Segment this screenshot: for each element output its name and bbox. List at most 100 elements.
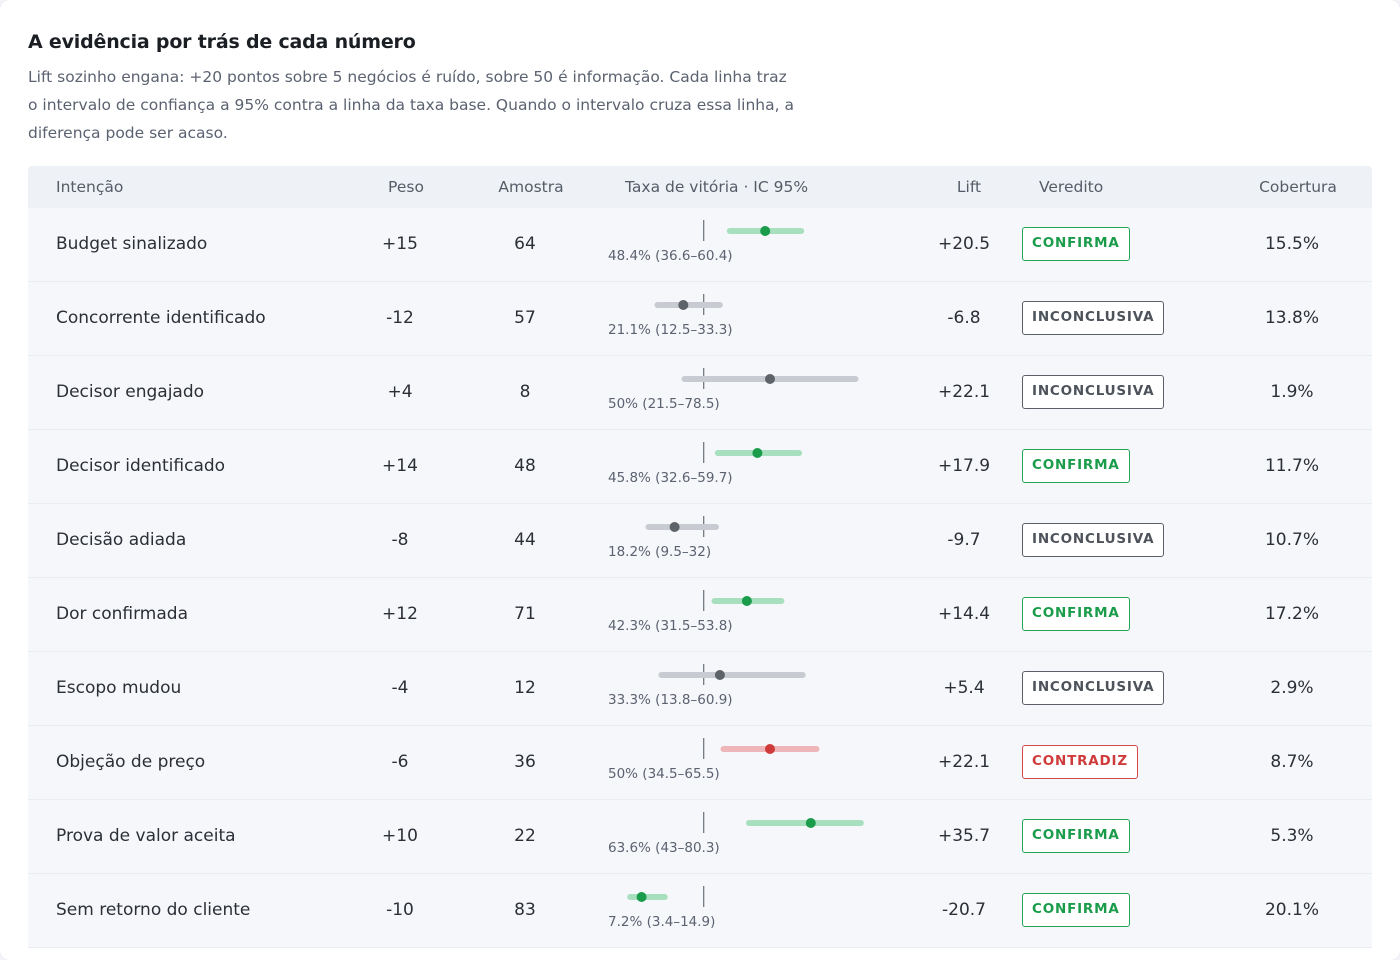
win-rate-point: [752, 448, 763, 458]
section-description: Lift sozinho engana: +20 pontos sobre 5 …: [28, 68, 794, 142]
intent-name: Sem retorno do cliente: [56, 900, 251, 920]
win-rate-point: [760, 226, 771, 236]
ci-chart: [681, 368, 859, 389]
lift-value: +14.4: [937, 604, 991, 624]
win-rate-label: 50% (34.5–65.5): [608, 766, 720, 782]
ci-chart: [654, 294, 723, 315]
win-rate-point: [805, 818, 816, 828]
weight-value: -6: [391, 752, 409, 772]
evidence-table: Intenção Peso Amostra Taxa de vitória · …: [28, 166, 1372, 948]
win-rate-label: 21.1% (12.5–33.3): [608, 322, 733, 338]
coverage-value: 11.7%: [1264, 456, 1320, 476]
intent-name: Dor confirmada: [56, 604, 188, 624]
header-intent[interactable]: Intenção: [56, 178, 123, 196]
intent-name: Decisão adiada: [56, 530, 187, 550]
verdict-badge: INCONCLUSIVA: [1022, 375, 1165, 409]
confidence-interval-plot: 7.2% (3.4–14.9): [608, 874, 938, 947]
weight-value: -8: [391, 530, 409, 550]
win-rate-label: 7.2% (3.4–14.9): [608, 914, 716, 930]
coverage-value: 5.3%: [1270, 826, 1314, 846]
confidence-interval-plot: 63.6% (43–80.3): [608, 800, 938, 873]
coverage-value: 1.9%: [1270, 382, 1314, 402]
lift-value: -20.7: [942, 900, 986, 920]
weight-value: +14: [382, 456, 418, 476]
table-body: Budget sinalizado +15 64 48.4% (36.6–60.4) +…: [28, 208, 1372, 948]
header-sample[interactable]: Amostra: [498, 178, 563, 196]
coverage-value: 13.8%: [1264, 308, 1320, 328]
sample-value: 57: [514, 308, 536, 328]
sample-value: 48: [514, 456, 536, 476]
header-lift[interactable]: Lift: [957, 178, 981, 196]
intent-name: Decisor engajado: [56, 382, 205, 402]
confidence-interval-plot: 45.8% (32.6–59.7): [608, 430, 938, 503]
win-rate-point: [765, 744, 775, 754]
sample-value: 44: [514, 530, 536, 550]
verdict-badge: CONFIRMA: [1022, 227, 1130, 261]
table-row[interactable]: Prova de valor aceita +10 22 63.6% (43–80.3…: [28, 800, 1372, 874]
weight-value: -4: [391, 678, 409, 698]
header-verdict[interactable]: Veredito: [1039, 178, 1103, 196]
verdict-badge: CONFIRMA: [1022, 597, 1130, 631]
verdict-badge: INCONCLUSIVA: [1022, 523, 1165, 557]
header-coverage[interactable]: Cobertura: [1259, 178, 1337, 196]
ci-chart: [645, 516, 719, 537]
verdict-badge: CONFIRMA: [1022, 893, 1130, 927]
table-row[interactable]: Dor confirmada +12 71 42.3% (31.5–53.8) +14.…: [28, 578, 1372, 652]
weight-value: +4: [387, 382, 413, 402]
ci-chart: [627, 886, 705, 907]
coverage-value: 10.7%: [1264, 530, 1320, 550]
win-rate-label: 33.3% (13.8–60.9): [608, 692, 733, 708]
lift-value: +22.1: [937, 382, 991, 402]
win-rate-label: 18.2% (9.5–32): [608, 544, 712, 560]
confidence-interval-plot: 18.2% (9.5–32): [608, 504, 938, 577]
table-row[interactable]: Sem retorno do cliente -10 83 7.2% (3.4–14.…: [28, 874, 1372, 948]
coverage-value: 17.2%: [1264, 604, 1320, 624]
table-row[interactable]: Objeção de preço -6 36 50% (34.5–65.5) +22.1…: [28, 726, 1372, 800]
confidence-interval-plot: 21.1% (12.5–33.3): [608, 282, 938, 355]
win-rate-label: 45.8% (32.6–59.7): [608, 470, 733, 486]
intent-name: Objeção de preço: [56, 752, 206, 772]
win-rate-label: 48.4% (36.6–60.4): [608, 248, 733, 264]
win-rate-point: [741, 596, 752, 606]
win-rate-point: [636, 892, 647, 902]
lift-value: +22.1: [937, 752, 991, 772]
table-row[interactable]: Decisor engajado +4 8 50% (21.5–78.5) +22.1 I…: [28, 356, 1372, 430]
weight-value: -10: [386, 900, 414, 920]
table-row[interactable]: Decisor identificado +14 48 45.8% (32.6–59.…: [28, 430, 1372, 504]
lift-value: +35.7: [937, 826, 991, 846]
sample-value: 64: [514, 234, 536, 254]
header-weight[interactable]: Peso: [388, 178, 424, 196]
table-row[interactable]: Escopo mudou -4 12 33.3% (13.8–60.9) +5.4 INC…: [28, 652, 1372, 726]
table-row[interactable]: Decisão adiada -8 44 18.2% (9.5–32) -9.7 INCO…: [28, 504, 1372, 578]
verdict-badge: INCONCLUSIVA: [1022, 671, 1165, 705]
ci-chart: [703, 442, 803, 463]
ci-chart: [703, 812, 864, 833]
verdict-badge: INCONCLUSIVA: [1022, 301, 1165, 335]
ci-chart: [658, 664, 806, 685]
win-rate-point: [678, 300, 689, 310]
header-win-rate[interactable]: Taxa de vitória · IC 95%: [625, 178, 808, 196]
weight-value: +12: [382, 604, 418, 624]
table-row[interactable]: Budget sinalizado +15 64 48.4% (36.6–60.4) +…: [28, 208, 1372, 282]
table-row[interactable]: Concorrente identificado -12 57 21.1% (12.5…: [28, 282, 1372, 356]
intent-name: Escopo mudou: [56, 678, 182, 698]
lift-value: -9.7: [947, 530, 981, 550]
weight-value: +10: [382, 826, 418, 846]
lift-value: -6.8: [947, 308, 981, 328]
ci-chart: [703, 220, 805, 241]
verdict-badge: CONFIRMA: [1022, 449, 1130, 483]
coverage-value: 20.1%: [1264, 900, 1320, 920]
ci-chart: [703, 590, 785, 611]
sample-value: 71: [514, 604, 536, 624]
win-rate-label: 63.6% (43–80.3): [608, 840, 720, 856]
intent-name: Concorrente identificado: [56, 308, 266, 328]
table-header: Intenção Peso Amostra Taxa de vitória · …: [28, 166, 1372, 208]
sample-value: 8: [519, 382, 531, 402]
coverage-value: 15.5%: [1264, 234, 1320, 254]
intent-name: Decisor identificado: [56, 456, 226, 476]
win-rate-point: [669, 522, 680, 532]
lift-value: +20.5: [937, 234, 991, 254]
weight-value: -12: [386, 308, 414, 328]
verdict-badge: CONFIRMA: [1022, 819, 1130, 853]
lift-value: +17.9: [937, 456, 991, 476]
